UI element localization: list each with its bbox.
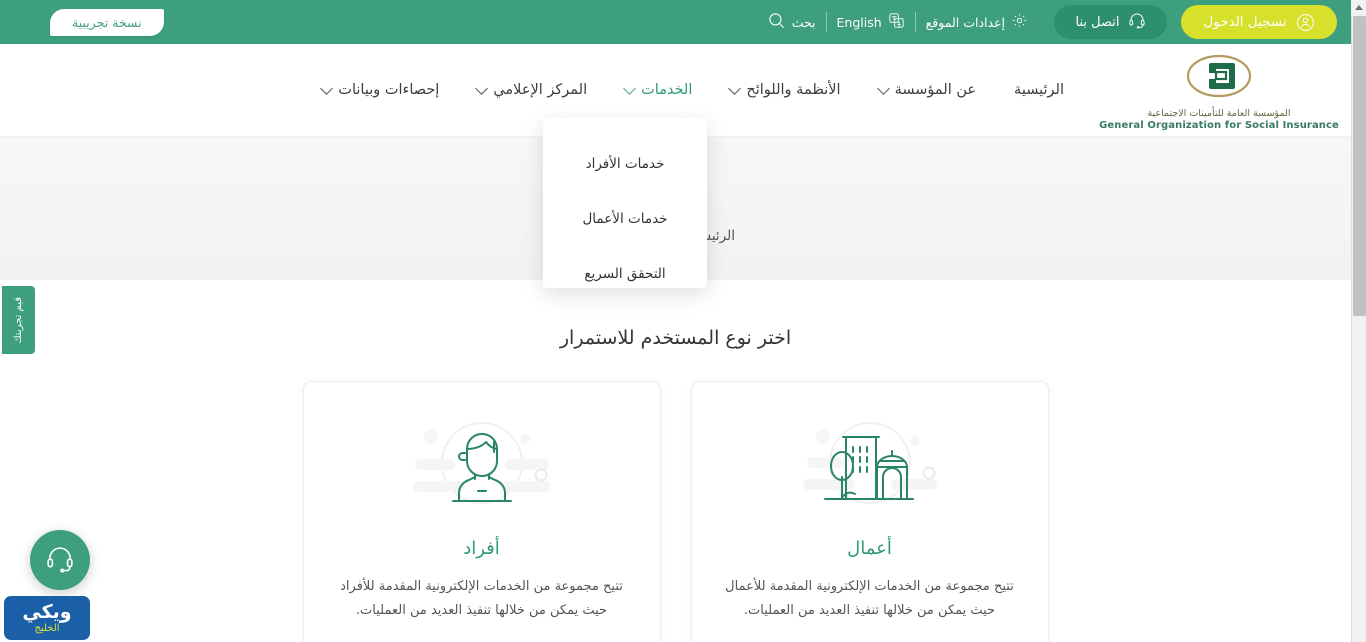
site-settings-label: إعدادات الموقع <box>925 14 1005 30</box>
nav-item-home[interactable]: الرئيسية <box>995 44 1083 137</box>
card-business[interactable]: أعمال تتيح مجموعة من الخدمات الإلكترونية… <box>690 381 1049 642</box>
chevron-down-icon <box>320 82 334 95</box>
watermark-main-text: ويكي <box>22 600 72 623</box>
nav-item-home-label: الرئيسية <box>1014 82 1064 98</box>
translate-icon <box>888 12 905 32</box>
rate-experience-label: قيم تجربتك <box>13 296 24 344</box>
logo-english-text: General Organization for Social Insuranc… <box>1099 119 1339 131</box>
trial-version-badge[interactable]: نسخة تجريبية <box>50 8 164 36</box>
top-utility-bar: تسجيل الدخول اتصل بنا إعدادات الموقع Eng… <box>0 0 1351 44</box>
main-content: اختر نوع المستخدم للاستمرار أعمال تتيح م… <box>0 280 1351 642</box>
user-type-cards: أعمال تتيح مجموعة من الخدمات الإلكترونية… <box>0 381 1351 642</box>
card-business-description: تتيح مجموعة من الخدمات الإلكترونية المقد… <box>725 579 1014 619</box>
user-circle-icon <box>1296 13 1315 32</box>
language-switch-button[interactable]: English <box>827 10 915 34</box>
dropdown-item-business-services[interactable]: خدمات الأعمال <box>543 191 707 246</box>
contact-us-label: اتصل بنا <box>1075 14 1120 30</box>
building-city-icon <box>790 410 950 522</box>
nav-item-about[interactable]: عن المؤسسة <box>860 44 995 137</box>
logo-arabic-text: المؤسسة العامة للتأمينات الاجتماعية <box>1147 107 1291 119</box>
gear-icon <box>1011 12 1028 32</box>
language-switch-label: English <box>836 14 882 30</box>
nav-item-regulations-label: الأنظمة واللوائح <box>746 82 841 98</box>
card-individuals[interactable]: أفراد تتيح مجموعة من الخدمات الإلكترونية… <box>302 381 661 642</box>
chevron-down-icon <box>475 82 489 95</box>
watermark-logo: ويكي الخليج <box>4 596 90 640</box>
magnifier-icon <box>767 11 786 33</box>
card-individuals-description: تتيح مجموعة من الخدمات الإلكترونية المقد… <box>340 579 623 619</box>
chevron-down-icon <box>623 82 636 95</box>
contact-us-button[interactable]: اتصل بنا <box>1054 5 1167 39</box>
watermark-sub-text: الخليج <box>34 622 60 634</box>
card-business-title: أعمال <box>847 538 892 559</box>
card-individuals-title: أفراد <box>463 538 500 559</box>
utility-divider-2 <box>825 12 827 32</box>
search-button[interactable]: بحث <box>757 10 826 34</box>
login-button[interactable]: تسجيل الدخول <box>1181 5 1337 39</box>
utility-divider-1 <box>914 12 916 32</box>
rate-experience-tab[interactable]: قيم تجربتك <box>2 286 35 354</box>
site-settings-button[interactable]: إعدادات الموقع <box>916 10 1038 34</box>
chevron-down-icon <box>876 82 890 95</box>
headset-icon <box>1128 11 1146 33</box>
vertical-scrollbar[interactable] <box>1351 0 1366 642</box>
page-title: اختر نوع المستخدم للاستمرار <box>559 327 792 349</box>
services-dropdown-menu: خدمات الأفراد خدمات الأعمال التحقق السري… <box>543 118 707 288</box>
scrollbar-up-arrow-icon[interactable] <box>1351 0 1366 15</box>
nav-item-statistics[interactable]: إحصاءات وبيانات <box>303 44 458 137</box>
nav-item-statistics-label: إحصاءات وبيانات <box>338 82 440 98</box>
dropdown-item-individual-services[interactable]: خدمات الأفراد <box>543 136 707 191</box>
dropdown-item-quick-verification[interactable]: التحقق السريع <box>543 246 707 301</box>
nav-item-about-label: عن المؤسسة <box>894 82 977 98</box>
search-label-text: بحث <box>791 14 816 30</box>
login-button-label: تسجيل الدخول <box>1203 14 1287 30</box>
headset-icon <box>44 542 76 578</box>
nav-item-services-label: الخدمات <box>641 82 693 98</box>
chevron-down-icon <box>728 82 742 95</box>
nav-item-media-center-label: المركز الإعلامي <box>493 82 588 98</box>
scrollbar-thumb[interactable] <box>1353 16 1366 316</box>
gosi-logo-icon <box>1173 54 1265 104</box>
support-chat-button[interactable] <box>30 530 90 590</box>
site-logo[interactable]: المؤسسة العامة للتأمينات الاجتماعية Gene… <box>1087 44 1351 137</box>
nav-item-regulations[interactable]: الأنظمة واللوائح <box>711 44 859 137</box>
person-avatar-icon <box>402 410 562 522</box>
page-root: تسجيل الدخول اتصل بنا إعدادات الموقع Eng… <box>0 0 1366 642</box>
